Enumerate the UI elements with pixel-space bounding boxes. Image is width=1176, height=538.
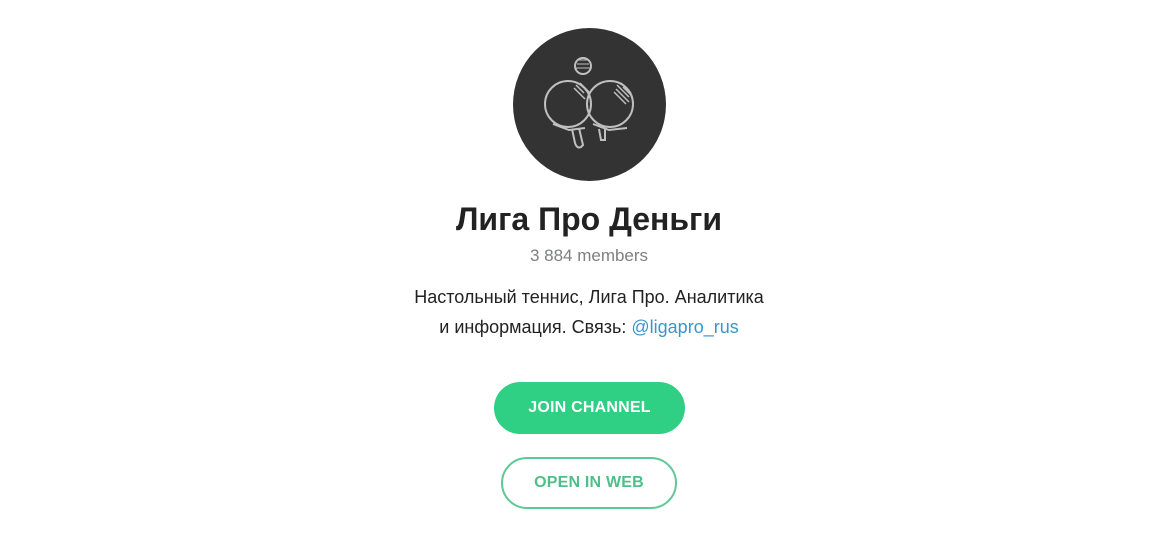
members-count: 3 884 members [529,246,649,265]
description-line-1: Настольный теннис, Лига Про. Аналитика [414,287,764,307]
join-channel-button[interactable]: JOIN CHANNEL [494,382,685,434]
channel-preview-card: Лига Про Деньги 3 884 members Настольный… [0,0,1176,538]
channel-description: Настольный теннис, Лига Про. Аналитика и… [338,282,840,342]
contact-link[interactable]: @ligapro_rus [631,317,738,337]
open-in-web-button[interactable]: OPEN IN WEB [501,457,677,509]
channel-title: Лига Про Деньги [455,201,723,237]
channel-avatar [513,28,666,181]
ping-pong-paddles-icon [544,57,634,149]
description-line-2-prefix: и информация. Связь: [439,317,632,337]
